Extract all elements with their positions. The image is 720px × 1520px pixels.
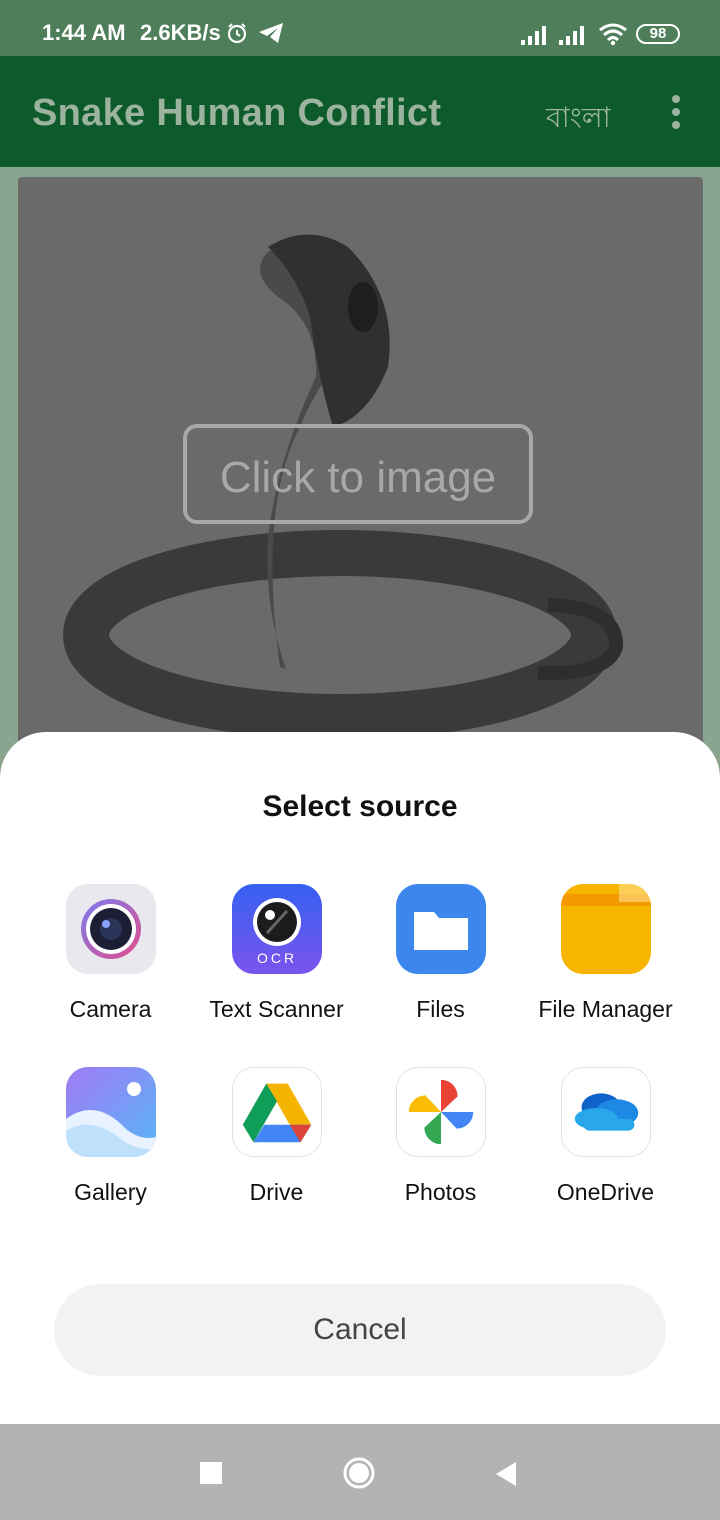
- language-toggle-button[interactable]: বাংলা: [546, 96, 611, 143]
- app-label: Drive: [249, 1179, 304, 1205]
- wifi-icon: [599, 23, 627, 46]
- cancel-button[interactable]: Cancel: [54, 1284, 666, 1376]
- app-drive[interactable]: Drive: [194, 1067, 359, 1206]
- onedrive-icon: [560, 1067, 651, 1157]
- google-drive-icon: [231, 1067, 322, 1157]
- app-title: Snake Human Conflict: [32, 92, 442, 134]
- recent-apps-icon[interactable]: [200, 1462, 222, 1484]
- battery-indicator: 98: [636, 24, 680, 44]
- app-label: Photos: [404, 1179, 477, 1205]
- camera-icon: [65, 884, 156, 974]
- app-label: OneDrive: [556, 1179, 655, 1205]
- telegram-icon: [259, 23, 283, 43]
- app-label: Camera: [69, 996, 152, 1022]
- app-file-manager[interactable]: File Manager: [523, 884, 688, 1023]
- click-to-image-button[interactable]: Click to image: [183, 424, 533, 524]
- back-icon[interactable]: [494, 1460, 518, 1488]
- status-network-speed: 2.6KB/s: [140, 20, 221, 45]
- app-files[interactable]: Files: [358, 884, 523, 1023]
- sheet-title: Select source: [262, 790, 458, 823]
- status-bar: 1:44 AM 2.6KB/s 98: [0, 0, 720, 56]
- app-onedrive[interactable]: OneDrive: [523, 1067, 688, 1206]
- home-icon[interactable]: [342, 1456, 376, 1490]
- file-manager-icon: [560, 884, 651, 974]
- more-options-icon[interactable]: [664, 94, 688, 130]
- app-bar: Snake Human Conflict বাংলা: [0, 56, 720, 167]
- google-photos-icon: [395, 1067, 486, 1157]
- folder-icon: [395, 884, 486, 974]
- app-label: Files: [416, 996, 465, 1022]
- app-label: Text Scanner: [209, 996, 344, 1022]
- signal-icon: [521, 26, 546, 45]
- signal-icon-2: [559, 26, 584, 45]
- ocr-label: OCR: [256, 950, 296, 966]
- image-picker-card[interactable]: Click to image: [18, 177, 703, 767]
- alarm-icon: [227, 23, 247, 44]
- app-label: File Manager: [538, 996, 673, 1022]
- app-text-scanner[interactable]: OCR Text Scanner: [194, 884, 359, 1023]
- select-source-sheet: Select source Camera OCR Text Scanner Fi…: [0, 732, 720, 1424]
- gallery-icon: [65, 1067, 156, 1157]
- ocr-scanner-icon: OCR: [231, 884, 322, 974]
- status-time: 1:44 AM: [42, 20, 126, 45]
- app-label: Gallery: [74, 1179, 147, 1205]
- app-photos[interactable]: Photos: [358, 1067, 523, 1206]
- navigation-bar: [0, 1424, 720, 1520]
- app-camera[interactable]: Camera: [28, 884, 193, 1023]
- app-gallery[interactable]: Gallery: [28, 1067, 193, 1206]
